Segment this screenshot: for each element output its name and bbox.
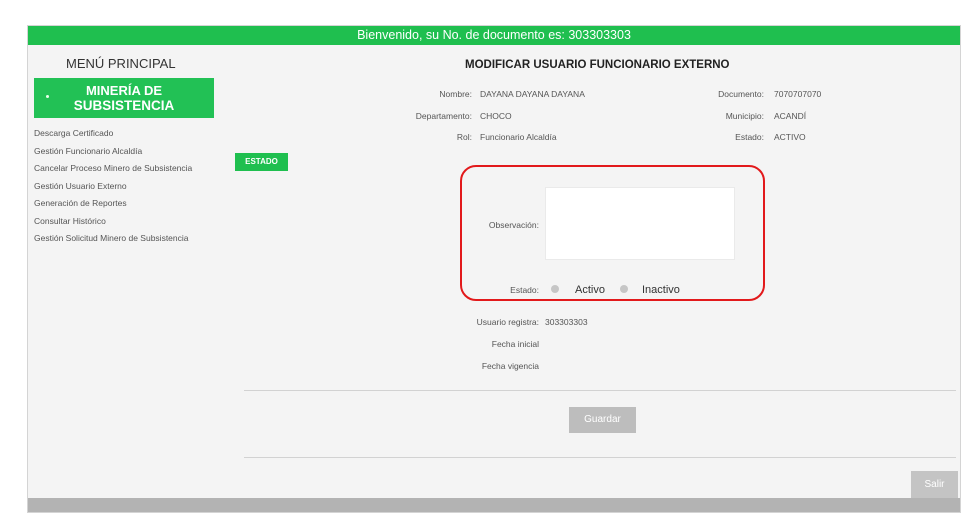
radio-inactivo-label[interactable]: Inactivo <box>642 284 680 296</box>
usuario-registra-label: Usuario registra: <box>476 317 539 327</box>
sidebar-item-gestion-funcionario[interactable]: Gestión Funcionario Alcaldía <box>34 145 192 163</box>
documento-value: 7070707070 <box>774 89 822 99</box>
sidebar-item-gestion-usuario-externo[interactable]: Gestión Usuario Externo <box>34 180 192 198</box>
nombre-label: Nombre: <box>439 89 472 99</box>
documento-label: Documento: <box>718 89 764 99</box>
fecha-inicial-label: Fecha inicial <box>491 339 539 349</box>
menu-title: MENÚ PRINCIPAL <box>66 56 176 71</box>
divider-bottom <box>244 457 956 458</box>
footer-bar <box>28 498 960 512</box>
sidebar-item-cancelar-proceso[interactable]: Cancelar Proceso Minero de Subsistencia <box>34 162 192 180</box>
municipio-value: ACANDÍ <box>774 111 807 121</box>
departamento-value: CHOCO <box>480 111 512 121</box>
brand-line-1: MINERÍA DE <box>85 83 163 98</box>
fecha-vigencia-label: Fecha vigencia <box>481 361 539 371</box>
welcome-bar: Bienvenido, su No. de documento es: 3033… <box>28 26 960 45</box>
radio-activo[interactable] <box>551 285 559 293</box>
estado-value: ACTIVO <box>774 132 806 142</box>
rol-label: Rol: <box>456 132 472 142</box>
salir-button[interactable]: Salir <box>911 471 958 499</box>
sidebar-menu: Descarga Certificado Gestión Funcionario… <box>34 127 192 250</box>
sidebar-item-gestion-solicitud[interactable]: Gestión Solicitud Minero de Subsistencia <box>34 232 192 250</box>
departamento-label: Departamento: <box>415 111 472 121</box>
sidebar-item-descarga-certificado[interactable]: Descarga Certificado <box>34 127 192 145</box>
divider-top <box>244 390 956 391</box>
rol-value: Funcionario Alcaldía <box>480 132 557 142</box>
nombre-value: DAYANA DAYANA DAYANA <box>480 89 585 99</box>
app-frame: Bienvenido, su No. de documento es: 3033… <box>27 25 961 513</box>
page-title: MODIFICAR USUARIO FUNCIONARIO EXTERNO <box>465 59 730 71</box>
observacion-textarea[interactable] <box>545 187 735 260</box>
sidebar-item-consultar-historico[interactable]: Consultar Histórico <box>34 215 192 233</box>
brand-line-2: SUBSISTENCIA <box>73 98 175 113</box>
municipio-label: Municipio: <box>725 111 764 121</box>
observacion-label: Observación: <box>488 220 539 230</box>
estado-button[interactable]: ESTADO <box>235 153 288 171</box>
estado-label: Estado: <box>735 132 764 142</box>
radio-activo-label[interactable]: Activo <box>575 284 605 296</box>
estado-radio-label: Estado: <box>510 285 539 295</box>
bullet-icon <box>46 95 49 98</box>
usuario-registra-value: 303303303 <box>545 317 588 327</box>
radio-inactivo[interactable] <box>620 285 628 293</box>
brand-banner: MINERÍA DE SUBSISTENCIA <box>34 78 214 118</box>
guardar-button[interactable]: Guardar <box>569 407 636 433</box>
sidebar-item-generacion-reportes[interactable]: Generación de Reportes <box>34 197 192 215</box>
